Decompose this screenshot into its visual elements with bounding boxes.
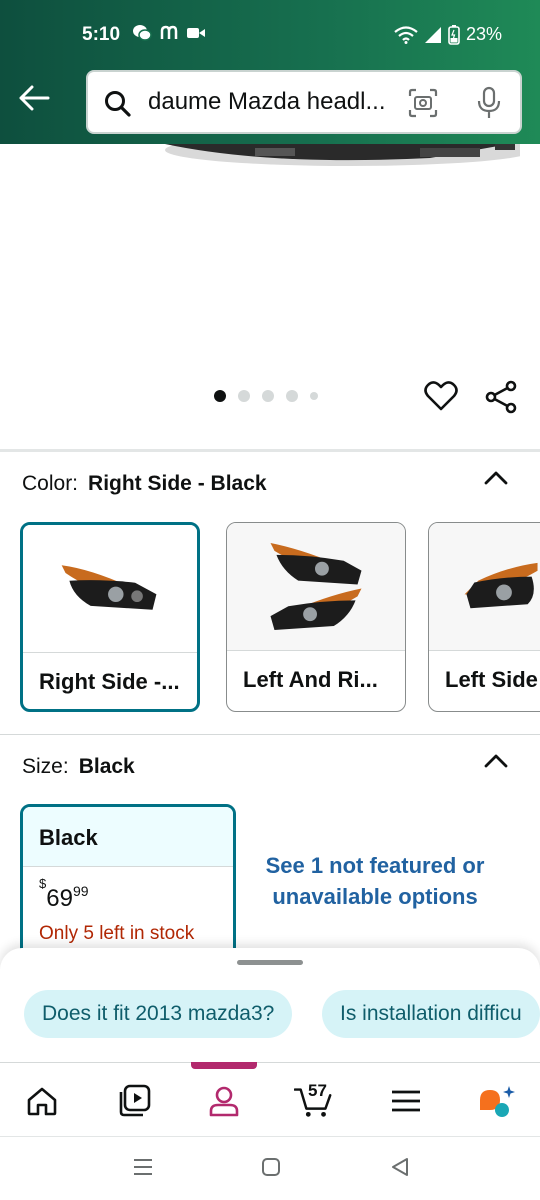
system-icons: 23% [394, 24, 502, 45]
unavailable-options-link[interactable]: See 1 not featured or unavailable option… [262, 850, 488, 912]
home-button-icon[interactable] [261, 1157, 281, 1177]
color-option-label: Left Side [445, 667, 538, 692]
nav-rufus[interactable] [476, 1081, 516, 1121]
price-dollars: 69 [46, 885, 73, 912]
color-selector-header: Color: Right Side - Black [22, 472, 267, 496]
app-header: 5:10 23% daume Mazda headl... [0, 0, 540, 144]
color-option[interactable]: Left And Ri... [226, 522, 406, 712]
rufus-icon [480, 1086, 515, 1117]
gallery-dots[interactable] [214, 390, 318, 402]
size-option-name: Black [23, 807, 233, 867]
notification-icons [132, 24, 206, 42]
back-button[interactable] [16, 82, 52, 114]
price-currency: $ [39, 876, 47, 891]
cart-icon [294, 1088, 332, 1117]
question-chip[interactable]: Is installation difficu [322, 990, 540, 1038]
account-icon [209, 1086, 239, 1117]
gallery-dot[interactable] [286, 390, 298, 402]
back-nav-icon[interactable] [390, 1157, 410, 1177]
camera-search-icon[interactable] [408, 88, 438, 118]
size-selected-value: Black [78, 755, 135, 778]
status-bar: 5:10 23% [0, 0, 540, 68]
color-option-image [23, 525, 197, 653]
nav-cart[interactable] [294, 1081, 334, 1121]
color-selected-value: Right Side - Black [88, 472, 267, 495]
gallery-dot[interactable] [214, 390, 226, 402]
color-option-image [429, 523, 540, 651]
chevron-up-icon[interactable] [484, 470, 508, 486]
status-time: 5:10 [82, 24, 121, 45]
bottom-navigation: 57 [0, 1062, 540, 1136]
price-cents: 99 [72, 883, 89, 899]
wifi-icon [394, 25, 418, 44]
search-icon [105, 91, 131, 117]
color-option-label: Right Side -... [39, 669, 180, 694]
app-icon [160, 25, 178, 39]
nav-home[interactable] [22, 1081, 62, 1121]
video-icon [187, 28, 205, 38]
gallery-dot[interactable] [310, 392, 318, 400]
search-input[interactable]: daume Mazda headl... [148, 88, 398, 116]
microphone-icon[interactable] [476, 86, 502, 120]
recent-apps-icon[interactable] [132, 1157, 154, 1177]
color-option[interactable]: Right Side -... [20, 522, 200, 712]
color-option-image [227, 523, 405, 651]
wechat-icon [133, 25, 152, 41]
active-tab-indicator [191, 1062, 257, 1069]
menu-icon [392, 1090, 420, 1112]
color-option-label: Left And Ri... [243, 667, 378, 692]
question-chip[interactable]: Does it fit 2013 mazda3? [24, 990, 293, 1038]
nav-video[interactable] [114, 1081, 154, 1121]
arrow-left-icon [19, 85, 50, 111]
home-icon [27, 1087, 57, 1116]
battery-percent: 23% [465, 24, 502, 44]
section-divider [0, 449, 540, 452]
price: $6999 [39, 876, 89, 913]
color-label: Color: [22, 472, 79, 495]
signal-icon [424, 26, 441, 43]
size-label: Size: [22, 755, 69, 778]
size-selector-header: Size: Black [22, 755, 135, 779]
search-bar[interactable]: daume Mazda headl... [86, 70, 522, 134]
battery-icon [448, 24, 460, 45]
color-option[interactable]: Left Side [428, 522, 540, 712]
video-icon [119, 1084, 151, 1117]
heart-icon[interactable] [424, 380, 458, 412]
chevron-up-icon[interactable] [484, 753, 508, 769]
gallery-dot[interactable] [262, 390, 274, 402]
share-icon[interactable] [484, 380, 518, 414]
questions-sheet: Does it fit 2013 mazda3? Is installation… [0, 948, 540, 1068]
sheet-grabber[interactable] [237, 960, 303, 965]
product-image [165, 144, 520, 166]
section-divider [0, 734, 540, 735]
gallery-dot[interactable] [238, 390, 250, 402]
product-image-gallery[interactable] [0, 144, 540, 450]
nav-account[interactable] [204, 1081, 244, 1121]
system-navigation [0, 1136, 540, 1200]
nav-menu[interactable] [386, 1081, 426, 1121]
product-page: 5:10 23% daume Mazda headl... Color: Rig… [0, 0, 540, 1200]
stock-warning: Only 5 left in stock [39, 923, 195, 944]
